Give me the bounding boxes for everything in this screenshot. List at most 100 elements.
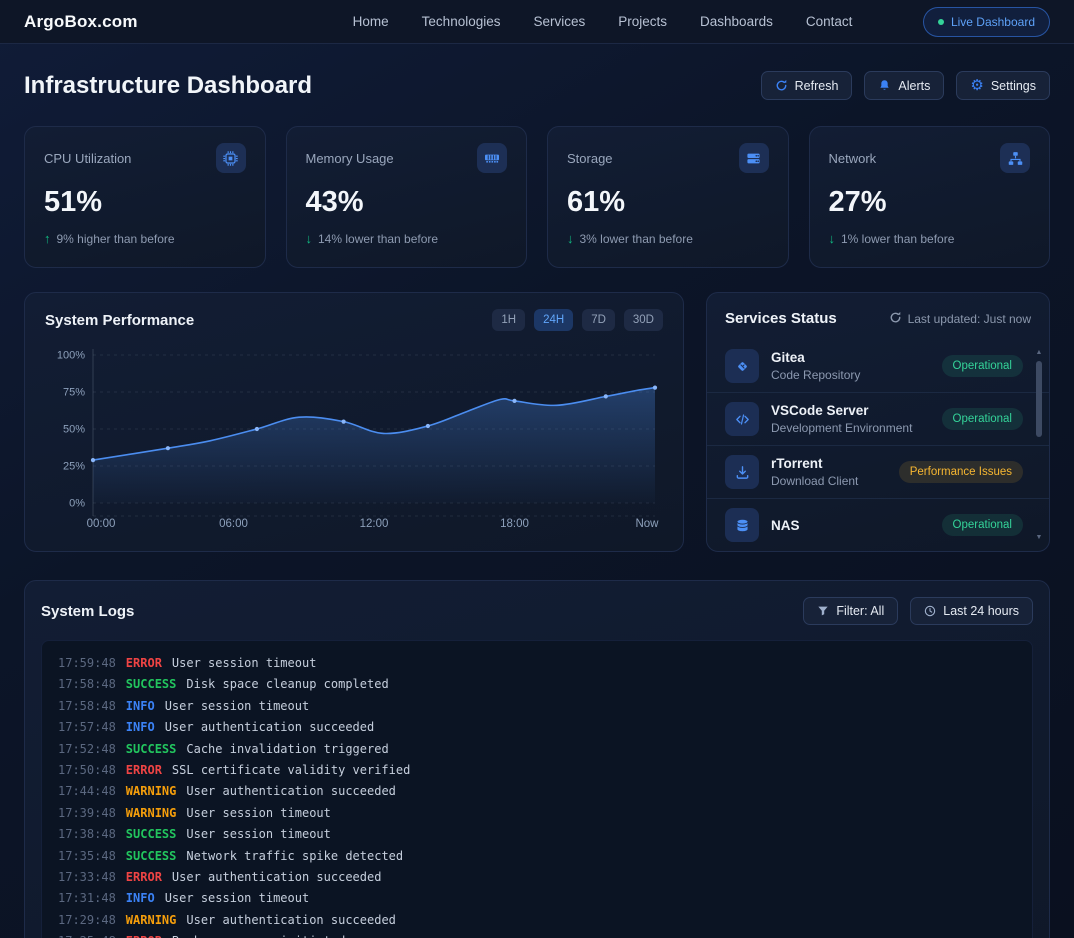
- nav-item-home[interactable]: Home: [353, 14, 389, 29]
- live-dashboard-badge[interactable]: Live Dashboard: [923, 7, 1050, 37]
- log-level: SUCCESS: [126, 677, 177, 691]
- range-button-24h[interactable]: 24H: [534, 309, 573, 331]
- log-entry: 17:58:48 INFO User session timeout: [58, 696, 1016, 717]
- logs-title: System Logs: [41, 603, 134, 620]
- log-entry: 17:38:48SUCCESSUser session timeout: [58, 824, 1016, 845]
- svg-text:Now: Now: [635, 518, 659, 530]
- log-message: User authentication succeeded: [186, 784, 396, 798]
- stat-trend: ↑9% higher than before: [44, 231, 246, 246]
- log-console: 17:59:48ERRORUser session timeout17:58:4…: [41, 640, 1033, 938]
- stat-cards-row: CPU Utilization51%↑9% higher than before…: [24, 126, 1050, 268]
- refresh-icon: [775, 79, 788, 92]
- services-status-card: Services Status Last updated: Just now G…: [706, 292, 1050, 552]
- log-timestamp: 17:33:48: [58, 870, 116, 884]
- log-level: SUCCESS: [126, 849, 177, 863]
- service-name: rTorrent: [771, 456, 858, 471]
- log-level: WARNING: [126, 913, 177, 927]
- log-timestamp: 17:58:48: [58, 699, 116, 713]
- log-level: INFO: [126, 699, 155, 713]
- clock-icon: [924, 605, 936, 617]
- storage-icon: [739, 143, 769, 173]
- refresh-icon: [889, 311, 902, 327]
- stat-card-storage: Storage61%↓3% lower than before: [547, 126, 789, 268]
- filter-button[interactable]: Filter: All: [803, 597, 898, 625]
- nav-item-contact[interactable]: Contact: [806, 14, 853, 29]
- page-title: Infrastructure Dashboard: [24, 72, 312, 100]
- stat-label: Storage: [567, 151, 613, 166]
- trend-down-arrow-icon: ↓: [829, 231, 836, 246]
- scroll-up-arrow-icon[interactable]: ▲: [1034, 349, 1044, 356]
- range-button-1h[interactable]: 1H: [492, 309, 525, 331]
- log-message: Cache invalidation triggered: [186, 742, 388, 756]
- stat-label: CPU Utilization: [44, 151, 131, 166]
- service-item-gitea: GiteaCode RepositoryOperational: [707, 340, 1049, 392]
- svg-text:0%: 0%: [69, 498, 85, 510]
- funnel-icon: [817, 605, 829, 617]
- trend-down-arrow-icon: ↓: [306, 231, 313, 246]
- stat-value: 61%: [567, 186, 769, 219]
- svg-text:00:00: 00:00: [87, 518, 116, 530]
- time-range-filter-button[interactable]: Last 24 hours: [910, 597, 1033, 625]
- svg-text:25%: 25%: [63, 461, 85, 473]
- services-scrollbar[interactable]: ▲ ▼: [1034, 349, 1044, 541]
- nav-item-technologies[interactable]: Technologies: [422, 14, 501, 29]
- scroll-down-arrow-icon[interactable]: ▼: [1034, 534, 1044, 541]
- log-level: INFO: [126, 720, 155, 734]
- nav-item-projects[interactable]: Projects: [618, 14, 667, 29]
- alerts-button[interactable]: Alerts: [864, 71, 944, 100]
- service-item-rtorrent: rTorrentDownload ClientPerformance Issue…: [707, 445, 1049, 498]
- service-item-nas: NAS Operational: [707, 498, 1049, 551]
- last-updated: Last updated: Just now: [889, 311, 1031, 327]
- stat-trend: ↓14% lower than before: [306, 231, 508, 246]
- log-timestamp: 17:39:48: [58, 806, 116, 820]
- log-message: Disk space cleanup completed: [186, 677, 388, 691]
- log-entry: 17:50:48ERRORSSL certificate validity ve…: [58, 760, 1016, 781]
- settings-button[interactable]: ⚙Settings: [956, 71, 1050, 100]
- top-nav: ArgoBox.com Home Technologies Services Proj…: [0, 0, 1074, 44]
- status-badge: Operational: [942, 408, 1023, 430]
- log-message: User session timeout: [172, 656, 317, 670]
- log-level: WARNING: [126, 784, 177, 798]
- nav-item-services[interactable]: Services: [533, 14, 585, 29]
- log-entry: 17:35:48SUCCESSNetwork traffic spike det…: [58, 846, 1016, 867]
- log-message: User session timeout: [165, 699, 310, 713]
- status-badge: Operational: [942, 514, 1023, 536]
- gitea-icon: [725, 349, 759, 383]
- log-message: User authentication succeeded: [165, 720, 375, 734]
- brand-logo[interactable]: ArgoBox.com: [24, 12, 138, 32]
- network-icon: [1000, 143, 1030, 173]
- log-timestamp: 17:29:48: [58, 913, 116, 927]
- main-content: Infrastructure Dashboard Refresh Alerts ⚙S…: [0, 71, 1074, 938]
- log-level: ERROR: [126, 763, 162, 777]
- log-level: SUCCESS: [126, 742, 177, 756]
- system-logs-card: System Logs Filter: All Last 24 hours 17…: [24, 580, 1050, 938]
- log-timestamp: 17:59:48: [58, 656, 116, 670]
- live-dashboard-label: Live Dashboard: [951, 15, 1035, 29]
- log-timestamp: 17:25:48: [58, 934, 116, 938]
- system-performance-card: System Performance 1H24H7D30D 0%25%50%75…: [24, 292, 684, 552]
- log-level: ERROR: [126, 934, 162, 938]
- nav-item-dashboards[interactable]: Dashboards: [700, 14, 773, 29]
- service-description: Download Client: [771, 474, 858, 488]
- log-timestamp: 17:35:48: [58, 849, 116, 863]
- bell-icon: [878, 79, 891, 92]
- range-button-30d[interactable]: 30D: [624, 309, 663, 331]
- scrollbar-thumb[interactable]: [1036, 361, 1042, 437]
- refresh-button[interactable]: Refresh: [761, 71, 853, 100]
- performance-title: System Performance: [45, 312, 194, 329]
- svg-text:18:00: 18:00: [500, 518, 529, 530]
- header-actions: Refresh Alerts ⚙Settings: [761, 71, 1050, 100]
- stat-card-memory-usage: Memory Usage43%↓14% lower than before: [286, 126, 528, 268]
- trend-down-arrow-icon: ↓: [567, 231, 574, 246]
- service-name: NAS: [771, 518, 800, 533]
- log-level: INFO: [126, 891, 155, 905]
- nas-icon: [725, 508, 759, 542]
- log-timestamp: 17:58:48: [58, 677, 116, 691]
- stat-value: 43%: [306, 186, 508, 219]
- trend-up-arrow-icon: ↑: [44, 231, 51, 246]
- range-button-7d[interactable]: 7D: [582, 309, 615, 331]
- memory-icon: [477, 143, 507, 173]
- service-name: Gitea: [771, 350, 860, 365]
- log-timestamp: 17:50:48: [58, 763, 116, 777]
- cpu-icon: [216, 143, 246, 173]
